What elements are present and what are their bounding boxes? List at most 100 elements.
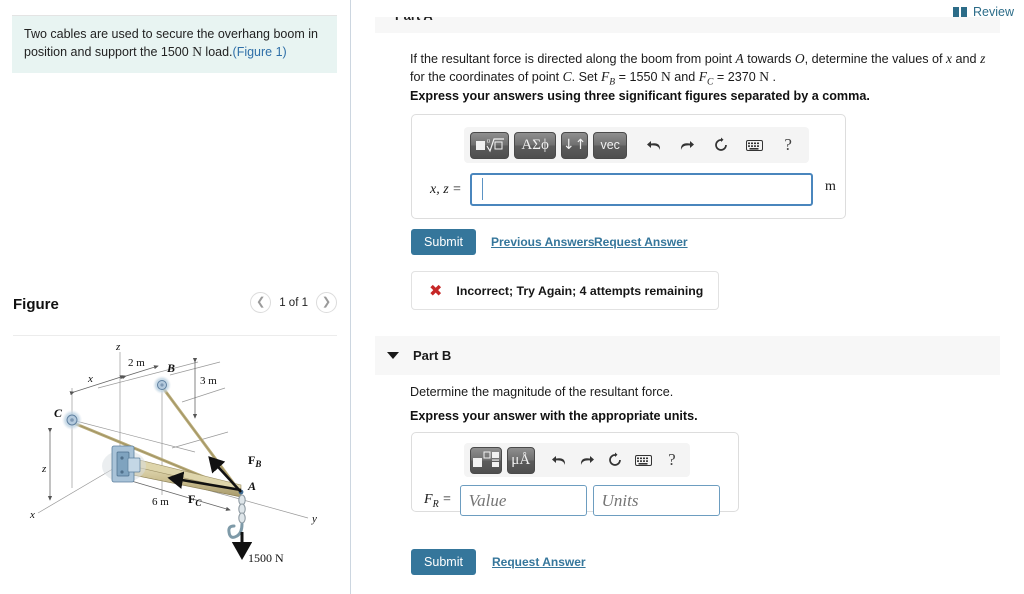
part-a-question-text: If the resultant force is directed along…: [410, 50, 998, 92]
chevron-left-icon[interactable]: ❮: [250, 292, 272, 313]
part-a-feedback-text: Incorrect; Try Again; 4 attempts remaini…: [456, 283, 704, 298]
newton-unit: N: [192, 44, 202, 59]
force-label-FC: FC: [188, 492, 202, 508]
text-caret: [482, 178, 483, 200]
figure-header: Figure ❮ 1 of 1 ❯: [13, 292, 337, 334]
problem-line-1: Two cables are used to secure the overha…: [24, 27, 318, 41]
q-point-a: A: [735, 51, 744, 66]
part-b-answer-row: FR =: [424, 485, 720, 516]
problem-line-2-pre: position and support the 1500: [24, 45, 193, 59]
part-b-answer-box: μÅ ? FR = Value Units: [411, 432, 739, 516]
problem-line-2-post: load.: [201, 45, 233, 59]
caret-down-icon[interactable]: [387, 352, 399, 359]
error-x-icon: ✖: [429, 281, 443, 300]
redo-icon[interactable]: [577, 447, 597, 473]
dimension-z-label: z: [41, 463, 47, 475]
q-point-c: C: [562, 69, 572, 84]
figure-counter: 1 of 1: [279, 296, 308, 309]
dimension-6m-label: 6 m: [152, 496, 169, 508]
part-b-value-input[interactable]: [459, 485, 587, 516]
part-b-submit-button[interactable]: Submit: [411, 549, 476, 575]
q-fb: FB: [601, 69, 616, 88]
right-panel: Review Part A If the resultant force is …: [351, 0, 1024, 594]
fraction-glyph: [472, 451, 499, 467]
q-unit-n2: N: [759, 69, 769, 84]
q-seg-3: , determine the values of: [804, 52, 947, 66]
part-a-previous-answers-link[interactable]: Previous Answers: [491, 235, 595, 249]
keyboard-icon[interactable]: [634, 447, 654, 473]
svg-text:0: 0: [487, 139, 490, 145]
help-icon[interactable]: ?: [775, 132, 801, 158]
q-seg-10: .: [768, 70, 776, 84]
point-label-C: C: [54, 406, 63, 420]
part-a-math-toolbar: 0 ΑΣϕ ↓↑ vec ?: [464, 127, 809, 163]
point-label-A: A: [247, 479, 256, 493]
part-a-answer-row: x, z =: [430, 173, 813, 206]
part-a-request-answer-link[interactable]: Request Answer: [594, 235, 688, 249]
q-point-o: O: [794, 51, 805, 66]
force-label-FB: FB: [248, 453, 261, 469]
dimension-x-label: x: [87, 373, 93, 385]
dimension-2m-label: 2 m: [128, 357, 145, 369]
q-seg-1: If the resultant force is directed along…: [410, 52, 736, 66]
sqrt-glyph: 0: [475, 138, 504, 153]
chevron-right-icon[interactable]: ❯: [316, 292, 337, 313]
figure-pagination: ❮ 1 of 1 ❯: [250, 292, 337, 313]
axis-label-y: y: [311, 513, 317, 525]
sqrt-template-button[interactable]: 0: [470, 131, 510, 159]
q-seg-2: towards: [743, 52, 795, 66]
part-a-answer-label: x, z =: [430, 181, 462, 197]
part-a-submit-button[interactable]: Submit: [411, 229, 476, 255]
part-b-answer-label: FR =: [424, 491, 452, 510]
left-panel: Two cables are used to secure the overha…: [0, 0, 350, 594]
part-b-instruction: Express your answer with the appropriate…: [410, 409, 698, 423]
q-seg-4: and: [952, 52, 981, 66]
q-fc: FC: [698, 69, 714, 88]
undo-icon[interactable]: [641, 132, 667, 158]
q-seg-6: . Set: [571, 70, 602, 84]
vector-button[interactable]: vec: [593, 131, 627, 159]
figure-divider: [13, 335, 337, 336]
part-a-unit-label: m: [825, 179, 836, 194]
problem-statement-text: Two cables are used to secure the overha…: [24, 26, 325, 61]
part-b-label: Part B: [413, 348, 452, 363]
q-seg-9: = 2370: [713, 70, 760, 84]
part-a-instruction: Express your answers using three signifi…: [410, 89, 870, 103]
part-b-request-answer-link[interactable]: Request Answer: [492, 555, 586, 569]
keyboard-icon[interactable]: [742, 132, 768, 158]
book-icon: [953, 6, 967, 18]
reset-icon[interactable]: [708, 132, 734, 158]
part-a-answer-box: 0 ΑΣϕ ↓↑ vec ? x, z = m: [411, 114, 846, 219]
units-symbols-button[interactable]: μÅ: [506, 446, 535, 474]
part-b-math-toolbar: μÅ ?: [464, 443, 690, 477]
help-icon[interactable]: ?: [662, 447, 682, 473]
q-seg-5: for the coordinates of point: [410, 70, 563, 84]
figure-title: Figure: [13, 296, 59, 313]
point-label-B: B: [166, 361, 175, 375]
load-label-1500N: 1500 N: [248, 551, 284, 565]
q-seg-7: = 1550: [615, 70, 661, 84]
figure-1-link[interactable]: (Figure 1): [233, 45, 287, 59]
greek-letters-button[interactable]: ΑΣϕ: [514, 131, 556, 159]
dimension-3m-label: 3 m: [200, 375, 217, 387]
q-var-z: z: [980, 51, 986, 66]
part-a-answer-input[interactable]: [469, 173, 813, 206]
mastering-physics-page: Two cables are used to secure the overha…: [0, 0, 1024, 594]
part-a-feedback-alert: ✖ Incorrect; Try Again; 4 attempts remai…: [411, 271, 719, 310]
fraction-template-button[interactable]: [470, 446, 502, 474]
undo-icon[interactable]: [549, 447, 569, 473]
axis-label-x: x: [29, 509, 35, 521]
boom-diagram: z x y x 2 m 3 m z 6 m C B A FB FC 1500 N: [29, 341, 317, 565]
part-b-header[interactable]: Part B: [375, 336, 1000, 375]
q-unit-n1: N: [660, 69, 671, 84]
updown-arrows-button[interactable]: ↓↑: [560, 131, 589, 159]
q-seg-8: and: [670, 70, 699, 84]
part-a-label: Part A: [395, 17, 433, 23]
part-a-header[interactable]: Part A: [375, 17, 1000, 33]
redo-icon[interactable]: [675, 132, 701, 158]
reset-icon[interactable]: [605, 447, 625, 473]
axis-label-z-top: z: [115, 341, 121, 353]
problem-statement-box: Two cables are used to secure the overha…: [12, 15, 337, 73]
part-b-units-input[interactable]: [592, 485, 720, 516]
part-b-question-text: Determine the magnitude of the resultant…: [410, 385, 674, 399]
